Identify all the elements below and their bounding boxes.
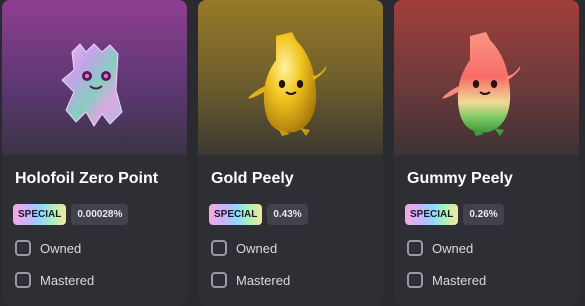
mastered-label: Mastered [432,272,487,288]
owned-label: Owned [40,240,82,256]
ownership-percentage: 0.00028% [71,204,129,225]
card-artwork [2,0,187,155]
rarity-badge: SPECIAL [405,204,459,225]
card-title: Holofoil Zero Point [15,170,159,187]
mastered-checkbox[interactable]: Mastered [407,272,486,288]
checkbox-box[interactable] [211,272,227,288]
collectible-card-gold-peely[interactable]: Gold Peely SPECIAL 0.43% Owned Mastered [198,0,383,306]
card-badges: SPECIAL 0.26% [405,204,504,225]
collectible-card-gummy-peely[interactable]: Gummy Peely SPECIAL 0.26% Owned Mastered [394,0,579,306]
checkbox-box[interactable] [407,272,423,288]
rarity-badge: SPECIAL [209,204,263,225]
mastered-label: Mastered [40,272,95,288]
rarity-badge: SPECIAL [13,204,67,225]
ownership-percentage: 0.26% [463,204,504,225]
card-badges: SPECIAL 0.43% [209,204,308,225]
collectible-card-holofoil-zero-point[interactable]: Holofoil Zero Point SPECIAL 0.00028% Own… [2,0,187,306]
owned-checkbox[interactable]: Owned [15,240,81,256]
mastered-checkbox[interactable]: Mastered [211,272,290,288]
holofoil-zero-point-figure [61,43,123,127]
card-title: Gummy Peely [407,170,513,187]
owned-label: Owned [432,240,474,256]
mastered-checkbox[interactable]: Mastered [15,272,94,288]
owned-checkbox[interactable]: Owned [211,240,277,256]
checkbox-box[interactable] [15,272,31,288]
card-title: Gold Peely [211,170,294,187]
card-artwork [198,0,383,155]
owned-label: Owned [236,240,278,256]
checkbox-box[interactable] [15,240,31,256]
ownership-percentage: 0.43% [267,204,308,225]
mastered-label: Mastered [236,272,291,288]
checkbox-box[interactable] [211,240,227,256]
gold-peely-figure [248,32,327,136]
checkbox-box[interactable] [407,240,423,256]
owned-checkbox[interactable]: Owned [407,240,473,256]
collectible-grid: Holofoil Zero Point SPECIAL 0.00028% Own… [0,0,585,306]
gummy-peely-figure [442,32,521,136]
card-badges: SPECIAL 0.00028% [13,204,129,225]
card-artwork [394,0,579,155]
